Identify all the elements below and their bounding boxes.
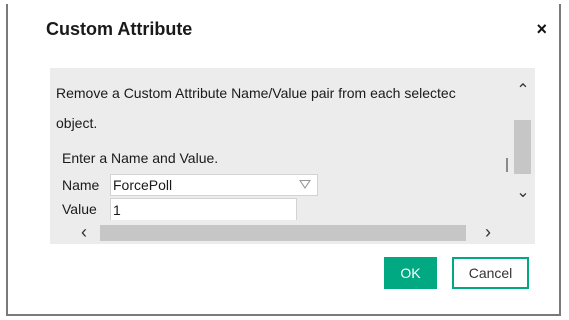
horizontal-scroll-thumb[interactable] xyxy=(100,225,466,241)
vertical-scroll-track[interactable] xyxy=(506,112,531,176)
description-line-2: object. xyxy=(56,115,98,131)
scroll-right-icon[interactable]: › xyxy=(478,222,498,242)
dialog-content-panel: Remove a Custom Attribute Name/Value pai… xyxy=(50,68,535,244)
scroll-down-icon[interactable]: ⌄ xyxy=(514,182,532,202)
custom-attribute-dialog: Custom Attribute × Remove a Custom Attri… xyxy=(6,4,561,316)
description-text: Remove a Custom Attribute Name/Value pai… xyxy=(56,78,510,138)
close-icon[interactable]: × xyxy=(536,19,547,39)
content-viewport: Remove a Custom Attribute Name/Value pai… xyxy=(50,68,510,220)
scroll-left-icon[interactable]: ‹ xyxy=(74,222,94,242)
text-cursor xyxy=(506,158,508,172)
vertical-scrollbar[interactable]: ⌃ ⌄ xyxy=(506,68,535,220)
ok-button[interactable]: OK xyxy=(384,257,437,289)
name-label: Name xyxy=(62,177,100,193)
form-instructions: Enter a Name and Value. xyxy=(62,150,219,166)
description-line-1: Remove a Custom Attribute Name/Value pai… xyxy=(56,85,456,101)
value-input[interactable]: 1 xyxy=(110,198,297,220)
name-select[interactable]: ForcePoll xyxy=(110,174,318,196)
dropdown-arrow-icon[interactable] xyxy=(299,180,311,189)
scroll-up-icon[interactable]: ⌃ xyxy=(514,80,532,100)
vertical-scroll-thumb[interactable] xyxy=(514,120,531,174)
value-input-text: 1 xyxy=(113,202,121,218)
dialog-title: Custom Attribute xyxy=(46,19,193,39)
name-select-value: ForcePoll xyxy=(113,177,173,193)
cancel-button[interactable]: Cancel xyxy=(452,257,529,289)
value-label: Value xyxy=(62,201,97,217)
horizontal-scrollbar[interactable]: ‹ › xyxy=(50,220,510,244)
